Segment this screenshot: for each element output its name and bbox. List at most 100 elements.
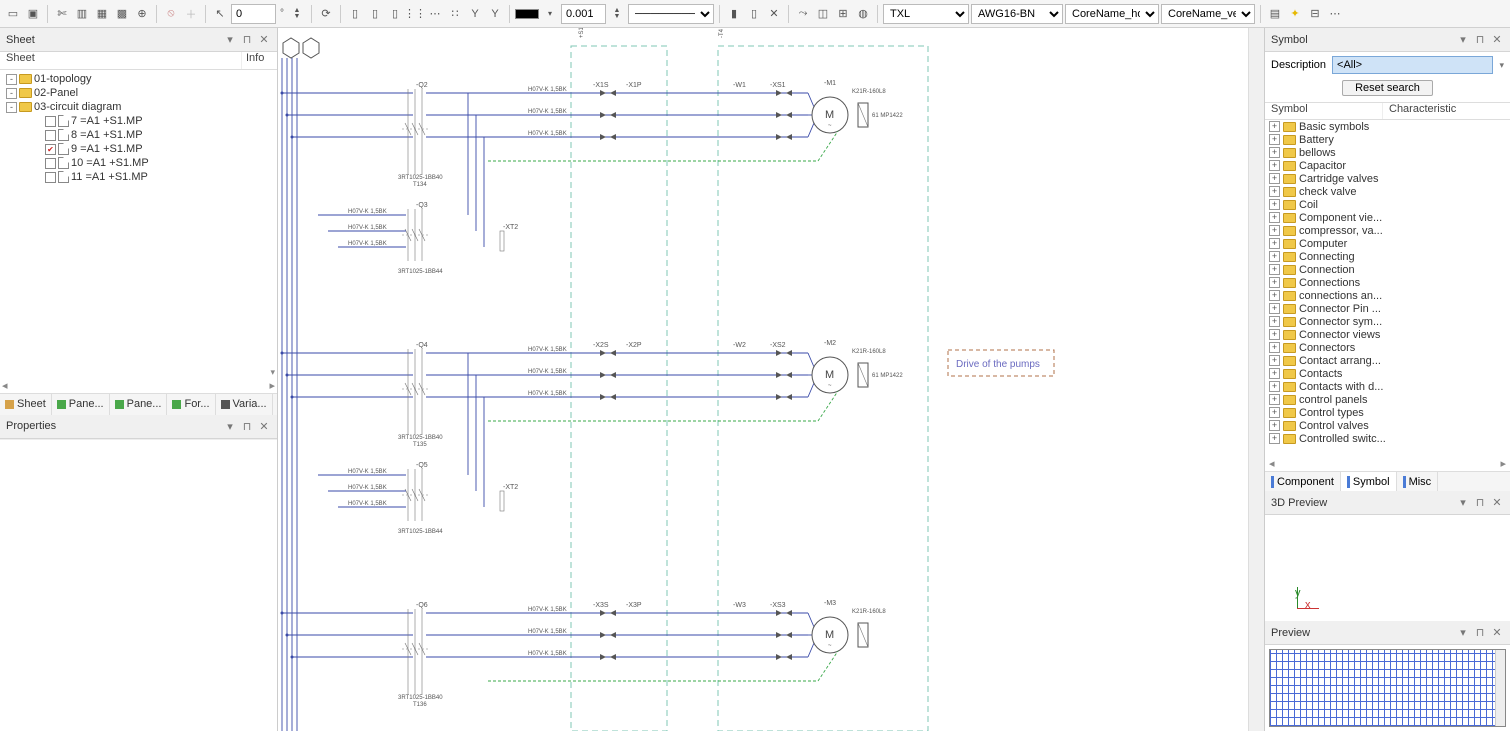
tool-grid3-icon[interactable]: ▩ — [113, 5, 131, 23]
symbol-row[interactable]: +Coil — [1265, 198, 1510, 211]
symbol-row[interactable]: +compressor, va... — [1265, 224, 1510, 237]
expand-icon[interactable]: + — [1269, 160, 1280, 171]
extra4-icon[interactable]: ⋯ — [1326, 5, 1344, 23]
node-icon[interactable]: ◫ — [814, 5, 832, 23]
pv-menu-icon[interactable]: ▾ — [1456, 626, 1470, 640]
expand-icon[interactable]: + — [1269, 173, 1280, 184]
tree-row[interactable]: ✔9 =A1 +S1.MP — [0, 142, 277, 156]
symbol-tab[interactable]: Component — [1265, 472, 1341, 491]
symbol-row[interactable]: +Connecting — [1265, 250, 1510, 263]
symbol-row[interactable]: +Computer — [1265, 237, 1510, 250]
expand-icon[interactable]: + — [1269, 394, 1280, 405]
symbol-pin-icon[interactable]: ⊓ — [1473, 33, 1487, 47]
layer-a-icon[interactable]: ▮ — [725, 5, 743, 23]
extra3-icon[interactable]: ⊟ — [1306, 5, 1324, 23]
expand-icon[interactable]: + — [1269, 134, 1280, 145]
canvas-vscroll[interactable] — [1248, 28, 1264, 731]
preview3d-body[interactable]: y x — [1265, 515, 1510, 621]
tool-new-icon[interactable]: ▭ — [4, 5, 22, 23]
symbol-row[interactable]: +Contact arrang... — [1265, 354, 1510, 367]
p3d-close-icon[interactable]: ✕ — [1490, 496, 1504, 510]
symbol-row[interactable]: +Connectors — [1265, 341, 1510, 354]
extra2-icon[interactable]: ✦ — [1286, 5, 1304, 23]
tool-cut-icon[interactable]: ✄ — [53, 5, 71, 23]
sheet-col-sheet[interactable]: Sheet — [0, 52, 241, 69]
tool-cursor-icon[interactable]: ↖ — [211, 5, 229, 23]
filter2-icon[interactable]: Y — [486, 5, 504, 23]
tree-row[interactable]: 11 =A1 +S1.MP — [0, 170, 277, 184]
expand-icon[interactable]: - — [6, 102, 17, 113]
extra1-icon[interactable]: ▤ — [1266, 5, 1284, 23]
grid-dots-icon[interactable]: ∷ — [446, 5, 464, 23]
checkbox[interactable]: ✔ — [45, 144, 56, 155]
expand-icon[interactable]: + — [1269, 199, 1280, 210]
symbol-row[interactable]: +Contacts — [1265, 367, 1510, 380]
sheet-menu-icon[interactable]: ▾ — [223, 33, 237, 47]
expand-icon[interactable]: + — [1269, 225, 1280, 236]
symbol-row[interactable]: +Controlled switc... — [1265, 432, 1510, 445]
canvas[interactable]: +S1G-T4-Q23RT1025-1BB40T134H07V-K 1,5BKH… — [278, 28, 1248, 731]
pv-close-icon[interactable]: ✕ — [1490, 626, 1504, 640]
step-input[interactable] — [561, 4, 606, 24]
symbol-row[interactable]: +Cartridge valves — [1265, 172, 1510, 185]
checkbox[interactable] — [45, 158, 56, 169]
tree-row[interactable]: -02-Panel — [0, 86, 277, 100]
symbol-row[interactable]: +Connector sym... — [1265, 315, 1510, 328]
tree-row[interactable]: 8 =A1 +S1.MP — [0, 128, 277, 142]
align-r-icon[interactable]: ▯ — [386, 5, 404, 23]
sheet-close-icon[interactable]: ✕ — [257, 33, 271, 47]
tool-add-icon[interactable]: ＋ — [182, 5, 200, 23]
filter-icon[interactable]: Y — [466, 5, 484, 23]
left-tab[interactable]: Pane... — [52, 394, 110, 415]
preview-body[interactable] — [1265, 645, 1510, 731]
symbol-tree[interactable]: +Basic symbols+Battery+bellows+Capacitor… — [1265, 120, 1510, 457]
symbol-row[interactable]: +Battery — [1265, 133, 1510, 146]
symbol-desc-input[interactable] — [1332, 56, 1493, 74]
layer-c-icon[interactable]: ✕ — [765, 5, 783, 23]
tree-row[interactable]: 10 =A1 +S1.MP — [0, 156, 277, 170]
sheet-tree-hscroll[interactable]: ◂▸ — [0, 379, 277, 393]
marker-icon[interactable]: ◍ — [854, 5, 872, 23]
tool-target-icon[interactable]: ⊕ — [133, 5, 151, 23]
left-tab[interactable]: Varia... — [216, 394, 273, 415]
expand-icon[interactable]: + — [1269, 186, 1280, 197]
tool-grid2-icon[interactable]: ▦ — [93, 5, 111, 23]
symbol-row[interactable]: +bellows — [1265, 146, 1510, 159]
left-tab[interactable]: For... — [167, 394, 215, 415]
tool-stop-icon[interactable]: ⦸ — [162, 5, 180, 23]
checkbox[interactable] — [45, 172, 56, 183]
sheet-pin-icon[interactable]: ⊓ — [240, 33, 254, 47]
align-l-icon[interactable]: ▯ — [346, 5, 364, 23]
line-style-select[interactable]: ──────── — [628, 4, 714, 24]
rotate-icon[interactable]: ⟳ — [317, 5, 335, 23]
color-swatch[interactable] — [515, 9, 539, 19]
expand-icon[interactable]: + — [1269, 212, 1280, 223]
checkbox[interactable] — [45, 116, 56, 127]
swatch-drop-icon[interactable]: ▾ — [541, 5, 559, 23]
expand-icon[interactable]: + — [1269, 147, 1280, 158]
p3d-pin-icon[interactable]: ⊓ — [1473, 496, 1487, 510]
expand-icon[interactable]: + — [1269, 329, 1280, 340]
symbol-row[interactable]: +Capacitor — [1265, 159, 1510, 172]
expand-icon[interactable]: + — [1269, 303, 1280, 314]
expand-icon[interactable]: + — [1269, 316, 1280, 327]
symbol-col-char[interactable]: Characteristic — [1383, 103, 1510, 119]
expand-icon[interactable]: + — [1269, 433, 1280, 444]
preview-thumb-scroll[interactable] — [1495, 650, 1505, 726]
checkbox[interactable] — [45, 130, 56, 141]
symbol-row[interactable]: +Control valves — [1265, 419, 1510, 432]
left-tab[interactable]: Sheet — [0, 394, 52, 415]
expand-icon[interactable]: + — [1269, 407, 1280, 418]
expand-icon[interactable]: + — [1269, 121, 1280, 132]
distribute-h-icon[interactable]: ⋮⋮ — [406, 5, 424, 23]
symbol-row[interactable]: +Connection — [1265, 263, 1510, 276]
wire-gauge-select[interactable]: AWG16-BN — [971, 4, 1063, 24]
props-menu-icon[interactable]: ▾ — [223, 419, 237, 433]
expand-icon[interactable]: + — [1269, 277, 1280, 288]
symbol-row[interactable]: +Basic symbols — [1265, 120, 1510, 133]
spinner-up-icon[interactable]: ▲▼ — [288, 5, 306, 23]
symbol-col-symbol[interactable]: Symbol — [1265, 103, 1383, 119]
symbol-row[interactable]: +Component vie... — [1265, 211, 1510, 224]
symbol-row[interactable]: +Control types — [1265, 406, 1510, 419]
core-h-select[interactable]: CoreName_hori — [1065, 4, 1159, 24]
